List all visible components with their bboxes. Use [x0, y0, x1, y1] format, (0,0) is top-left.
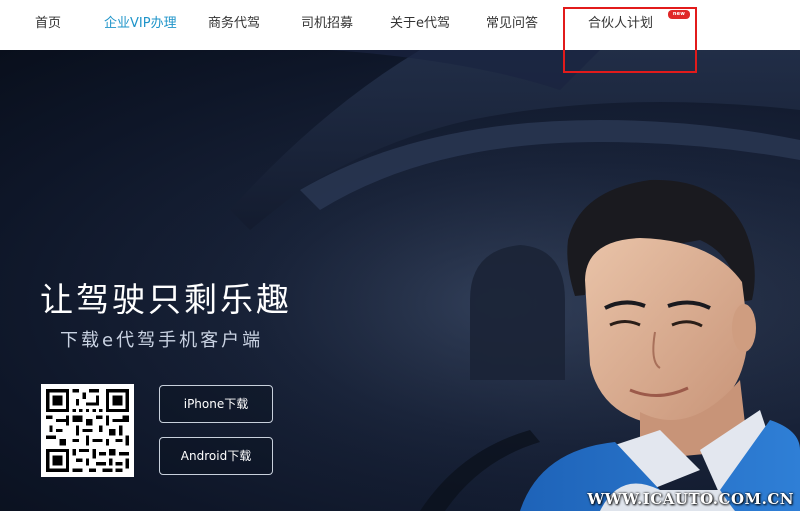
nav-about[interactable]: 关于e代驾 [390, 15, 450, 33]
nav-home[interactable]: 首页 [35, 15, 61, 33]
top-navigation: 首页 企业VIP办理 商务代驾 司机招募 关于e代驾 常见问答 合伙人计划 ne… [0, 0, 800, 50]
nav-driver-recruitment[interactable]: 司机招募 [301, 15, 353, 33]
nav-faq[interactable]: 常见问答 [486, 15, 538, 33]
nav-enterprise-vip[interactable]: 企业VIP办理 [104, 15, 177, 33]
qr-code-icon [46, 389, 129, 472]
new-badge: new [668, 10, 690, 19]
hero-subline: 下载e代驾手机客户端 [60, 330, 264, 351]
watermark-text: WWW.ICAUTO.COM.CN [587, 490, 794, 508]
nav-business-driving[interactable]: 商务代驾 [208, 15, 260, 33]
qr-code [41, 384, 134, 477]
hero-headline: 让驾驶只剩乐趣 [40, 280, 292, 319]
nav-partner-program[interactable]: 合伙人计划 [588, 15, 653, 33]
iphone-download-button[interactable]: iPhone下载 [159, 385, 273, 423]
android-download-button[interactable]: Android下载 [159, 437, 273, 475]
hero-banner: 让驾驶只剩乐趣 下载e代驾手机客户端 iPhone下载 Android下载 WW… [0, 50, 800, 511]
